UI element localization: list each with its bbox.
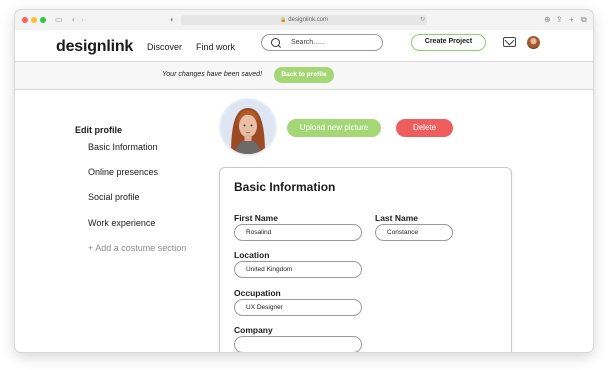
saved-banner: Your changes have been saved! Back to pr… [15,61,593,90]
nav-link-discover[interactable]: Discover [147,42,182,52]
sidebar-item-online-presences[interactable]: Online presences [88,167,158,177]
search-placeholder: Search...... [291,39,325,46]
lock-icon: 🔒 [280,17,287,23]
maximize-window-dot[interactable] [40,17,46,23]
share-icon[interactable]: ⇪ [556,15,563,25]
location-label: Location [234,250,270,260]
browser-window: ▭ ‹ › ◐ 🔒 designlink.com ↻ ⊕ ⇪ + ⧉ design… [15,10,593,352]
tab-overview-icon[interactable]: ⧉ [581,15,587,25]
form-title: Basic Information [234,180,336,194]
first-name-field[interactable]: Rosalind [234,224,362,241]
forward-arrow-icon[interactable]: › [81,15,84,25]
address-text: designlink.com [288,17,328,23]
sidebar-item-basic-information[interactable]: Basic Information [88,142,158,152]
upload-picture-button[interactable]: Upload new picture [287,119,381,137]
user-avatar[interactable] [527,36,540,49]
close-window-dot[interactable] [22,17,28,23]
site-logo[interactable]: designlink [56,38,133,56]
basic-information-card: Basic Information First Name Rosalind La… [219,167,512,352]
address-bar[interactable]: 🔒 designlink.com [181,15,427,25]
create-project-button[interactable]: Create Project [411,34,486,51]
search-icon [271,38,280,47]
mail-icon[interactable] [503,37,516,47]
edit-profile-title: Edit profile [75,125,122,135]
occupation-label: Occupation [234,288,281,298]
sidebar-item-social-profile[interactable]: Social profile [88,192,140,202]
sidebar-toggle-icon[interactable]: ▭ [55,15,63,25]
sidebar-item-work-experience[interactable]: Work experience [88,218,155,228]
first-name-label: First Name [234,213,278,223]
last-name-field[interactable]: Constance [375,224,453,241]
occupation-field[interactable]: UX Designer [234,299,362,316]
download-icon[interactable]: ⊕ [544,15,551,25]
new-tab-icon[interactable]: + [569,15,574,25]
back-to-profile-button[interactable]: Back to profile [274,67,334,83]
profile-photo [219,98,277,156]
back-arrow-icon[interactable]: ‹ [72,15,75,25]
reload-icon[interactable]: ↻ [420,15,425,25]
company-field[interactable] [234,336,362,352]
browser-toolbar: ▭ ‹ › ◐ 🔒 designlink.com ↻ ⊕ ⇪ + ⧉ [15,10,593,31]
location-field[interactable]: United Kingdom [234,261,362,278]
company-label: Company [234,325,273,335]
minimize-window-dot[interactable] [31,17,37,23]
delete-picture-button[interactable]: Delete [396,119,453,137]
nav-link-find-work[interactable]: Find work [196,42,235,52]
search-input[interactable]: Search...... [261,34,383,51]
add-section-link[interactable]: + Add a costume section [88,243,186,253]
saved-message: Your changes have been saved! [162,71,263,78]
privacy-shield-icon[interactable]: ◐ [170,15,175,25]
last-name-label: Last Name [375,213,418,223]
